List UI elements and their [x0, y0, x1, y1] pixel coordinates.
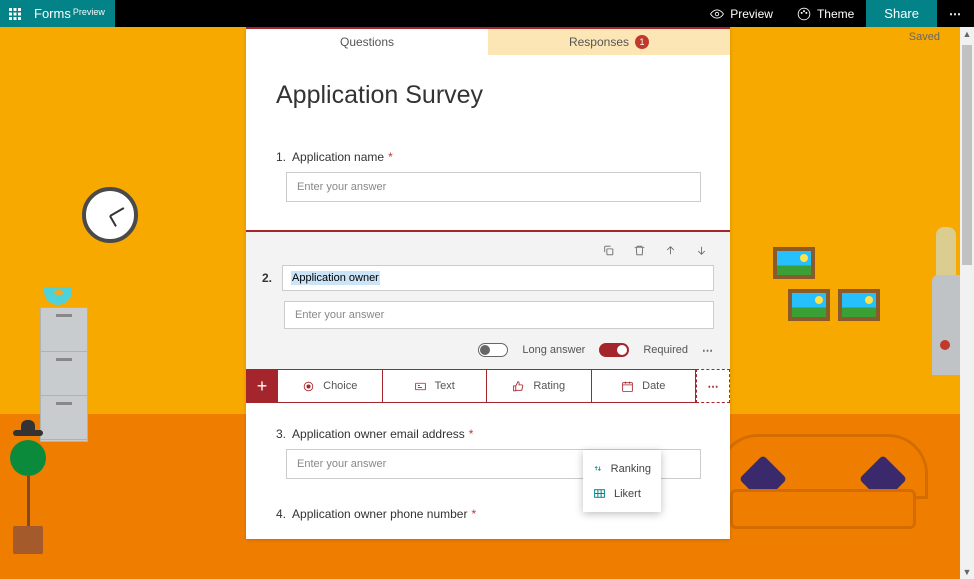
brand-suffix: Preview — [73, 7, 105, 17]
arrow-up-icon[interactable] — [664, 244, 677, 257]
required-marker: * — [471, 507, 476, 521]
type-text-button[interactable]: Text — [383, 369, 488, 403]
ellipsis-icon: ⋯ — [708, 380, 719, 393]
required-toggle[interactable] — [599, 343, 629, 357]
question-number: 1. — [276, 150, 286, 164]
question-number: 2. — [262, 271, 272, 285]
required-marker: * — [388, 150, 393, 164]
plus-icon: + — [257, 376, 268, 397]
background-scene: Saved Questions Responses 1 Application … — [0, 27, 960, 579]
arrow-down-icon[interactable] — [695, 244, 708, 257]
plant-decoration — [10, 434, 46, 554]
cabinet-decoration — [40, 307, 88, 442]
vertical-scrollbar[interactable]: ▲ ▼ — [960, 27, 974, 579]
brand-label[interactable]: Forms Preview — [30, 0, 115, 27]
save-status: Saved — [909, 31, 940, 43]
wall-clock-decoration — [82, 187, 138, 243]
required-marker: * — [469, 427, 474, 441]
question-label: Application owner phone number — [292, 507, 467, 521]
tab-responses[interactable]: Responses 1 — [488, 29, 730, 55]
thumbs-up-icon — [512, 380, 525, 393]
form-title[interactable]: Application Survey — [276, 81, 700, 110]
type-rating-button[interactable]: Rating — [487, 369, 592, 403]
add-question-button[interactable]: + — [246, 369, 278, 403]
ellipsis-icon: ⋯ — [949, 7, 962, 21]
type-date-button[interactable]: Date — [592, 369, 697, 403]
question-number: 3. — [276, 427, 286, 441]
long-answer-toggle[interactable] — [478, 343, 508, 357]
waffle-icon — [9, 8, 21, 20]
theme-button[interactable]: Theme — [785, 0, 866, 27]
answer-input[interactable]: Enter your answer — [286, 172, 701, 202]
sofa-decoration — [718, 434, 928, 539]
question-number: 4. — [276, 507, 286, 521]
eye-icon — [710, 7, 724, 21]
question-label: Application owner email address — [292, 427, 465, 441]
question-type-menu: Ranking Likert — [583, 450, 661, 512]
add-question-bar: + Choice Text Rating Date — [246, 369, 730, 403]
answer-input[interactable]: Enter your answer — [284, 301, 714, 329]
question-1[interactable]: 1. Application name * Enter your answer — [276, 150, 700, 202]
long-answer-label: Long answer — [522, 344, 585, 356]
brand-name: Forms — [34, 6, 71, 21]
menu-item-ranking[interactable]: Ranking — [583, 456, 661, 481]
grid-icon — [593, 487, 606, 500]
question-label: Application name — [292, 150, 384, 164]
more-button[interactable]: ⋯ — [937, 0, 974, 27]
question-more-button[interactable]: ⋯ — [702, 344, 714, 357]
picture-frame-decoration — [838, 289, 880, 321]
required-label: Required — [643, 344, 688, 356]
share-button[interactable]: Share — [866, 0, 937, 27]
form-tabs: Questions Responses 1 — [246, 29, 730, 55]
calendar-icon — [621, 380, 634, 393]
trash-icon[interactable] — [633, 244, 646, 257]
menu-item-likert[interactable]: Likert — [583, 481, 661, 506]
response-count-badge: 1 — [635, 35, 649, 49]
water-cooler-decoration — [932, 275, 960, 375]
picture-frame-decoration — [773, 247, 815, 279]
text-icon — [414, 380, 427, 393]
ellipsis-icon: ⋯ — [702, 345, 714, 357]
scroll-up-button[interactable]: ▲ — [960, 27, 974, 41]
scroll-thumb[interactable] — [962, 45, 972, 265]
app-launcher-button[interactable] — [0, 0, 30, 27]
copy-icon[interactable] — [602, 244, 615, 257]
preview-button[interactable]: Preview — [698, 0, 785, 27]
tab-questions[interactable]: Questions — [246, 29, 488, 55]
ranking-icon — [593, 462, 603, 475]
radio-icon — [302, 380, 315, 393]
fishbowl-decoration — [44, 287, 72, 305]
question-title-input[interactable]: Application owner — [282, 265, 714, 291]
question-2-editing: 2. Application owner Enter your answer L… — [246, 230, 730, 369]
palette-icon — [797, 7, 811, 21]
type-choice-button[interactable]: Choice — [278, 369, 383, 403]
top-bar: Forms Preview Preview Theme Share ⋯ — [0, 0, 974, 27]
picture-frame-decoration — [788, 289, 830, 321]
type-more-button[interactable]: ⋯ — [696, 369, 730, 403]
scroll-down-button[interactable]: ▼ — [960, 565, 974, 579]
